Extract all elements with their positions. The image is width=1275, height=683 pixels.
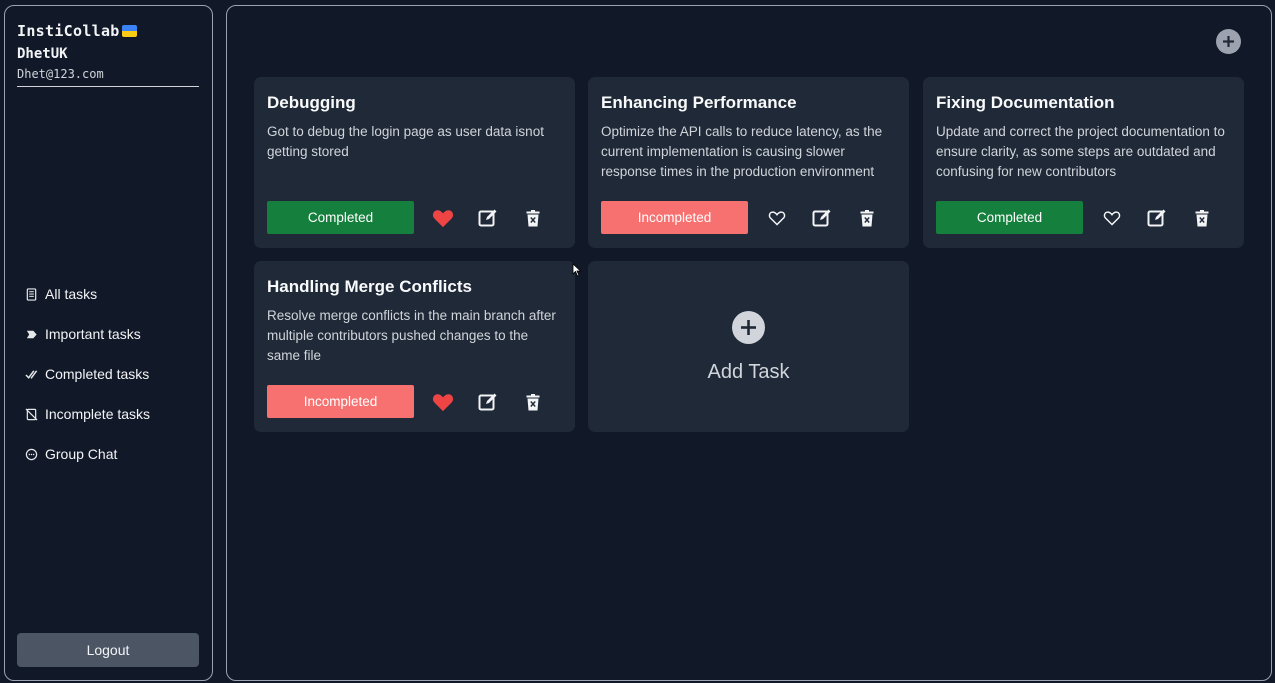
sidebar-item-completed-tasks[interactable]: Completed tasks [25, 354, 150, 394]
tag-icon [25, 328, 38, 341]
task-title: Handling Merge Conflicts [267, 277, 472, 296]
status-button[interactable]: Completed [936, 201, 1083, 234]
heart-icon[interactable] [430, 205, 456, 231]
task-description: Resolve merge conflicts in the main bran… [267, 308, 556, 363]
logout-button[interactable]: Logout [17, 633, 199, 667]
task-card: Debugging Got to debug the login page as… [254, 77, 575, 248]
sidebar: InstiCollab DhetUK Dhet@123.com All task… [4, 5, 213, 681]
task-title: Enhancing Performance [601, 93, 797, 112]
chat-icon [25, 448, 38, 461]
sidebar-nav: All tasks Important tasks Completed task… [25, 274, 150, 474]
trash-icon[interactable] [854, 205, 880, 231]
profile-section: InstiCollab DhetUK Dhet@123.com [17, 22, 199, 87]
heart-icon[interactable] [430, 389, 456, 415]
status-button[interactable]: Incompleted [601, 201, 748, 234]
plus-circle-icon [732, 311, 765, 344]
task-description: Optimize the API calls to reduce latency… [601, 124, 883, 179]
mouse-cursor-icon [572, 263, 582, 277]
plus-icon [1223, 36, 1234, 47]
task-description: Update and correct the project documenta… [936, 124, 1225, 179]
edit-icon[interactable] [1144, 205, 1170, 231]
heart-outline-icon[interactable] [764, 205, 790, 231]
main-panel: Debugging Got to debug the login page as… [226, 5, 1272, 681]
edit-icon[interactable] [475, 389, 501, 415]
sidebar-item-incomplete-tasks[interactable]: Incomplete tasks [25, 394, 150, 434]
double-check-icon [25, 368, 38, 381]
sidebar-item-group-chat[interactable]: Group Chat [25, 434, 150, 474]
task-card: Handling Merge Conflicts Resolve merge c… [254, 261, 575, 432]
app-root: InstiCollab DhetUK Dhet@123.com All task… [0, 0, 1275, 683]
sidebar-item-label: Completed tasks [45, 366, 150, 382]
add-task-card[interactable]: Add Task [588, 261, 909, 432]
notes-icon [25, 287, 38, 301]
status-button[interactable]: Incompleted [267, 385, 414, 418]
note-off-icon [25, 408, 38, 421]
username: DhetUK [17, 46, 68, 62]
sidebar-item-all-tasks[interactable]: All tasks [25, 274, 150, 314]
status-button[interactable]: Completed [267, 201, 414, 234]
app-name: InstiCollab [17, 22, 120, 40]
task-title: Debugging [267, 93, 356, 112]
user-email: Dhet@123.com [17, 67, 104, 81]
task-card: Fixing Documentation Update and correct … [923, 77, 1244, 248]
task-card: Enhancing Performance Optimize the API c… [588, 77, 909, 248]
trash-icon[interactable] [520, 389, 546, 415]
sidebar-item-label: Important tasks [45, 326, 141, 342]
sidebar-item-important-tasks[interactable]: Important tasks [25, 314, 150, 354]
sidebar-item-label: Incomplete tasks [45, 406, 151, 422]
sidebar-item-label: All tasks [45, 286, 98, 302]
sidebar-item-label: Group Chat [45, 446, 118, 462]
flag-icon [121, 24, 137, 38]
edit-icon[interactable] [809, 205, 835, 231]
trash-icon[interactable] [520, 205, 546, 231]
add-task-label: Add Task [707, 361, 790, 383]
heart-outline-icon[interactable] [1099, 205, 1125, 231]
app-title: InstiCollab [17, 22, 199, 40]
task-title: Fixing Documentation [936, 93, 1115, 112]
add-task-icon-button[interactable] [1216, 29, 1241, 54]
trash-icon[interactable] [1189, 205, 1215, 231]
task-description: Got to debug the login page as user data… [267, 124, 544, 159]
edit-icon[interactable] [475, 205, 501, 231]
